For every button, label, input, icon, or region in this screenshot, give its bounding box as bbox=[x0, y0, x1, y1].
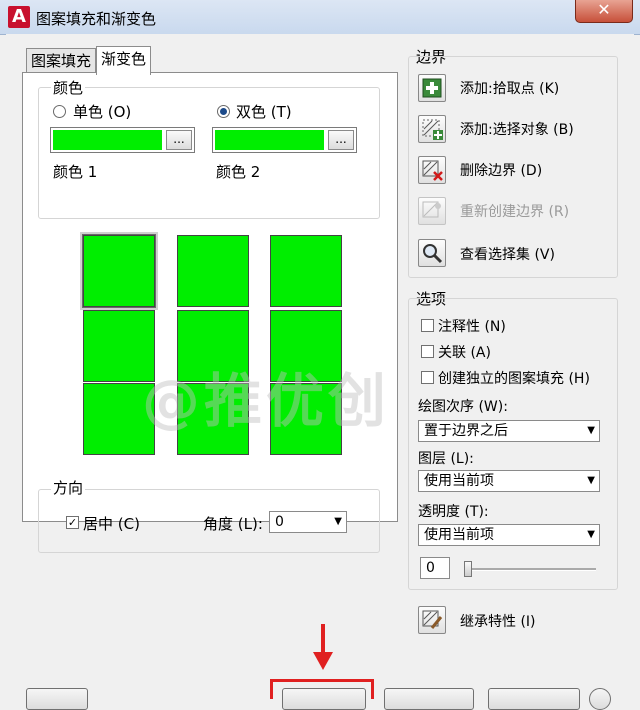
app-logo-icon: A bbox=[8, 6, 30, 28]
annotative-label: 注释性 (N) bbox=[438, 319, 506, 335]
recreate-boundary-label[interactable]: 重新创建边界 (R) bbox=[460, 201, 569, 221]
window-title: 图案填充和渐变色 bbox=[36, 10, 157, 28]
double-color-radio[interactable] bbox=[217, 105, 230, 118]
recreate-boundary-icon bbox=[422, 201, 441, 218]
dialog-client: 图案填充 渐变色 颜色 单色 (O) 双色 (T) ... ... 颜色 1 颜… bbox=[6, 34, 634, 710]
pointer-arrow-shaft bbox=[321, 624, 325, 654]
annotative-checkbox[interactable] bbox=[421, 319, 434, 332]
angle-select[interactable]: 0 ▼ bbox=[269, 511, 347, 533]
inherit-properties-label[interactable]: 继承特性 (I) bbox=[460, 611, 536, 631]
view-selection-button[interactable] bbox=[418, 239, 446, 267]
highlight-frame bbox=[270, 679, 374, 699]
chevron-down-icon: ▼ bbox=[334, 516, 342, 527]
transparency-value: 使用当前项 bbox=[424, 527, 494, 543]
color2-swatch: ... bbox=[212, 127, 357, 153]
magnifier-icon bbox=[423, 244, 443, 264]
layer-value: 使用当前项 bbox=[424, 473, 494, 489]
tab-gradient[interactable]: 渐变色 bbox=[96, 46, 152, 75]
angle-value: 0 bbox=[275, 514, 284, 530]
pointer-arrow-head bbox=[313, 652, 333, 670]
color2-browse-button[interactable]: ... bbox=[328, 130, 354, 150]
draw-order-label: 绘图次序 (W): bbox=[418, 399, 508, 415]
color1-swatch: ... bbox=[50, 127, 195, 153]
direction-group-label: 方向 bbox=[51, 477, 86, 498]
tab-hatch[interactable]: 图案填充 bbox=[26, 48, 97, 73]
layer-select[interactable]: 使用当前项 ▼ bbox=[418, 470, 600, 492]
titlebar: A 图案填充和渐变色 ✕ bbox=[0, 0, 640, 35]
chevron-down-icon: ▼ bbox=[587, 529, 595, 540]
gradient-swatch-7[interactable] bbox=[83, 383, 155, 455]
single-color-label: 单色 (O) bbox=[73, 103, 132, 121]
tab-hatch-label: 图案填充 bbox=[31, 52, 92, 70]
color1-label: 颜色 1 bbox=[53, 163, 98, 181]
color2-label: 颜色 2 bbox=[216, 163, 261, 181]
paintbrush-icon bbox=[422, 610, 443, 629]
transparency-slider-track[interactable] bbox=[464, 568, 596, 571]
inherit-properties-button[interactable] bbox=[418, 606, 446, 634]
transparency-amount-input[interactable]: 0 bbox=[420, 557, 450, 579]
angle-label: 角度 (L): bbox=[203, 515, 263, 533]
double-color-label: 双色 (T) bbox=[236, 103, 292, 121]
close-button[interactable]: ✕ bbox=[575, 0, 633, 23]
centered-label: 居中 (C) bbox=[83, 515, 140, 533]
gradient-swatch-6[interactable] bbox=[270, 310, 342, 382]
chevron-down-icon: ▼ bbox=[587, 475, 595, 486]
add-pick-point-label[interactable]: 添加:拾取点 (K) bbox=[460, 78, 559, 98]
associative-label: 关联 (A) bbox=[438, 345, 491, 361]
separate-hatch-label: 创建独立的图案填充 (H) bbox=[438, 371, 590, 387]
view-selection-label[interactable]: 查看选择集 (V) bbox=[460, 244, 555, 264]
transparency-select[interactable]: 使用当前项 ▼ bbox=[418, 524, 600, 546]
recreate-boundary-button[interactable] bbox=[418, 197, 446, 225]
transparency-label: 透明度 (T): bbox=[418, 504, 489, 520]
draw-order-select[interactable]: 置于边界之后 ▼ bbox=[418, 420, 600, 442]
chevron-down-icon: ▼ bbox=[587, 425, 595, 436]
gradient-swatch-1[interactable] bbox=[80, 232, 158, 310]
gradient-swatch-2[interactable] bbox=[177, 235, 249, 307]
gradient-tab-panel: 颜色 单色 (O) 双色 (T) ... ... 颜色 1 颜色 2 方向 ✓ … bbox=[22, 72, 398, 553]
expand-button[interactable] bbox=[589, 688, 611, 710]
pick-point-icon bbox=[422, 78, 442, 98]
remove-boundary-label[interactable]: 删除边界 (D) bbox=[460, 160, 542, 180]
transparency-slider-thumb[interactable] bbox=[464, 561, 472, 577]
color-group-label: 颜色 bbox=[51, 77, 86, 98]
cancel-button[interactable] bbox=[384, 688, 474, 710]
color1-browse-button[interactable]: ... bbox=[166, 130, 192, 150]
draw-order-value: 置于边界之后 bbox=[424, 423, 508, 439]
associative-checkbox[interactable] bbox=[421, 345, 434, 358]
color1-fill bbox=[53, 130, 162, 150]
select-objects-icon bbox=[422, 119, 443, 140]
help-button[interactable] bbox=[488, 688, 580, 710]
gradient-swatch-4[interactable] bbox=[83, 310, 155, 382]
layer-label: 图层 (L): bbox=[418, 451, 474, 467]
gradient-swatch-8[interactable] bbox=[177, 383, 249, 455]
remove-boundary-button[interactable] bbox=[418, 156, 446, 184]
gradient-swatch-9[interactable] bbox=[270, 383, 342, 455]
add-select-objects-label[interactable]: 添加:选择对象 (B) bbox=[460, 119, 574, 139]
centered-checkbox[interactable]: ✓ bbox=[66, 516, 79, 529]
separate-hatch-checkbox[interactable] bbox=[421, 371, 434, 384]
transparency-amount-value: 0 bbox=[426, 560, 435, 576]
tab-gradient-label: 渐变色 bbox=[101, 50, 147, 68]
single-color-radio[interactable] bbox=[53, 105, 66, 118]
color2-fill bbox=[215, 130, 324, 150]
preview-button[interactable] bbox=[26, 688, 88, 710]
add-select-objects-button[interactable] bbox=[418, 115, 446, 143]
add-pick-point-button[interactable] bbox=[418, 74, 446, 102]
gradient-swatch-5[interactable] bbox=[177, 310, 249, 382]
gradient-swatch-3[interactable] bbox=[270, 235, 342, 307]
remove-boundary-icon bbox=[422, 160, 443, 181]
